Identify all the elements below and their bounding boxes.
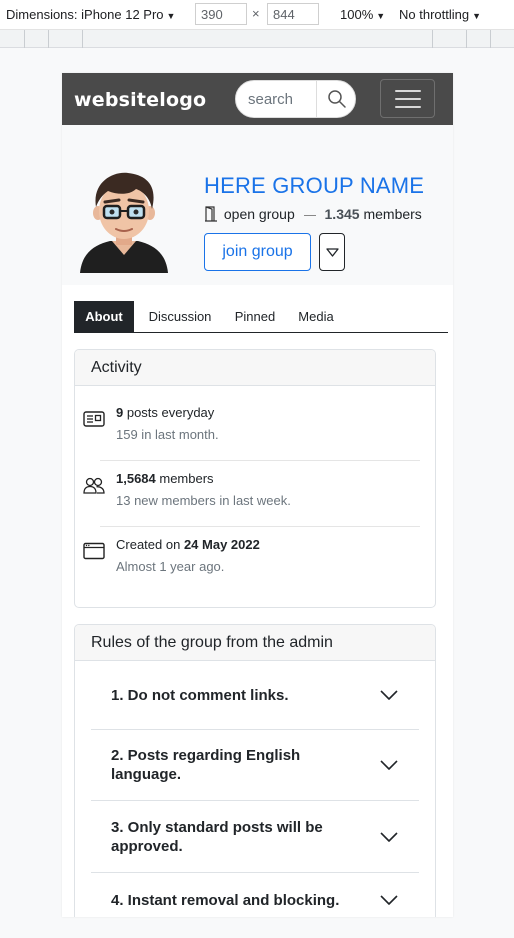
- people-icon: [83, 477, 105, 494]
- rules-card: Rules of the group from the admin 1. Do …: [74, 624, 436, 917]
- activity-item: Created on 24 May 2022 Almost 1 year ago…: [75, 518, 435, 584]
- tab-pinned[interactable]: Pinned: [226, 301, 284, 332]
- activity-text: Created on: [116, 537, 184, 552]
- device-select[interactable]: Dimensions: iPhone 12 Pro ▼: [6, 7, 175, 22]
- media-query-bar: [0, 30, 514, 48]
- window-icon: [83, 542, 105, 560]
- times-glyph: ×: [252, 6, 260, 21]
- hamburger-line: [395, 90, 421, 92]
- ruler-tick: [490, 30, 491, 48]
- ruler-tick: [48, 30, 49, 48]
- members-word: members: [363, 206, 422, 222]
- tab-discussion[interactable]: Discussion: [140, 301, 220, 332]
- activity-value: 1,5684: [116, 471, 156, 486]
- activity-card: Activity 9 posts everyday 159 in last mo…: [74, 349, 436, 608]
- activity-line: 9 posts everyday: [116, 405, 214, 420]
- device-viewport: websitelogo search HERE GROUP NAME open …: [62, 73, 453, 917]
- group-name: HERE GROUP NAME: [204, 173, 425, 198]
- caret-down-icon: ▼: [166, 11, 176, 21]
- ruler-tick: [24, 30, 25, 48]
- activity-text: posts everyday: [123, 405, 215, 420]
- activity-subtext: Almost 1 year ago.: [116, 559, 225, 574]
- navbar: websitelogo: [62, 73, 453, 125]
- search-input[interactable]: [236, 81, 316, 117]
- newspaper-icon: [83, 411, 105, 427]
- zoom-select[interactable]: 100% ▼: [340, 7, 385, 22]
- ruler-tick: [82, 30, 83, 48]
- group-meta: open group 1.345 members: [204, 206, 422, 222]
- height-input[interactable]: 844: [267, 3, 319, 25]
- activity-item: 1,5684 members 13 new members in last we…: [75, 452, 435, 518]
- hamburger-line: [395, 98, 421, 100]
- ruler-tick: [432, 30, 433, 48]
- rule-text: 3. Only standard posts will be approved.: [111, 819, 323, 855]
- chevron-down-icon: [380, 895, 398, 905]
- search-button[interactable]: [316, 81, 356, 117]
- rule-text: 4. Instant removal and blocking.: [111, 892, 340, 909]
- site-logo[interactable]: websitelogo: [74, 89, 206, 111]
- width-input[interactable]: 390: [195, 3, 247, 25]
- rule-text: 1. Do not comment links.: [111, 687, 289, 704]
- activity-line: Created on 24 May 2022: [116, 537, 260, 552]
- rules-card-title: Rules of the group from the admin: [75, 625, 435, 661]
- chevron-down-icon: [380, 832, 398, 842]
- throttling-select[interactable]: No throttling ▼: [399, 7, 481, 22]
- hamburger-menu-button[interactable]: [380, 79, 435, 118]
- caret-down-icon: ▼: [376, 11, 386, 21]
- zoom-label: 100%: [340, 7, 374, 22]
- activity-value: 24 May 2022: [183, 537, 260, 552]
- group-options-dropdown-button[interactable]: [319, 233, 345, 271]
- chevron-down-icon: [380, 760, 398, 770]
- tab-media[interactable]: Media: [290, 301, 342, 332]
- activity-text: members: [155, 471, 214, 486]
- activity-subtext: 13 new members in last week.: [116, 493, 291, 508]
- throttling-label: No throttling: [399, 7, 470, 22]
- caret-down-icon: ▼: [472, 11, 482, 21]
- rule-item[interactable]: 4. Instant removal and blocking.: [91, 873, 419, 917]
- group-header: HERE GROUP NAME open group 1.345 members…: [62, 125, 453, 285]
- hamburger-line: [395, 106, 421, 108]
- door-icon: [205, 206, 217, 222]
- devtools-toolbar: Dimensions: iPhone 12 Pro ▼ 390 × 844 100…: [0, 0, 514, 30]
- rule-item[interactable]: 3. Only standard posts will be approved.: [91, 801, 419, 873]
- join-group-button[interactable]: join group: [204, 233, 311, 271]
- separator: [303, 214, 316, 216]
- ruler-tick: [466, 30, 467, 48]
- activity-line: 1,5684 members: [116, 471, 214, 486]
- rule-item[interactable]: 1. Do not comment links.: [91, 661, 419, 730]
- member-count: 1.345: [324, 206, 360, 222]
- chevron-down-icon: [380, 690, 398, 700]
- group-tabs: About Discussion Pinned Media: [74, 301, 448, 333]
- triangle-down-icon: [326, 248, 339, 257]
- rule-text: 2. Posts regarding English language.: [111, 747, 301, 783]
- group-type: open group: [223, 206, 295, 222]
- search-icon: [328, 90, 346, 108]
- activity-subtext: 159 in last month.: [116, 427, 219, 442]
- avatar: [80, 172, 168, 273]
- device-select-label: Dimensions: iPhone 12 Pro: [6, 7, 164, 22]
- search-box: [235, 80, 356, 118]
- activity-card-title: Activity: [75, 350, 435, 386]
- activity-item: 9 posts everyday 159 in last month.: [75, 386, 435, 452]
- rule-item[interactable]: 2. Posts regarding English language.: [91, 730, 419, 801]
- tab-about[interactable]: About: [74, 301, 134, 332]
